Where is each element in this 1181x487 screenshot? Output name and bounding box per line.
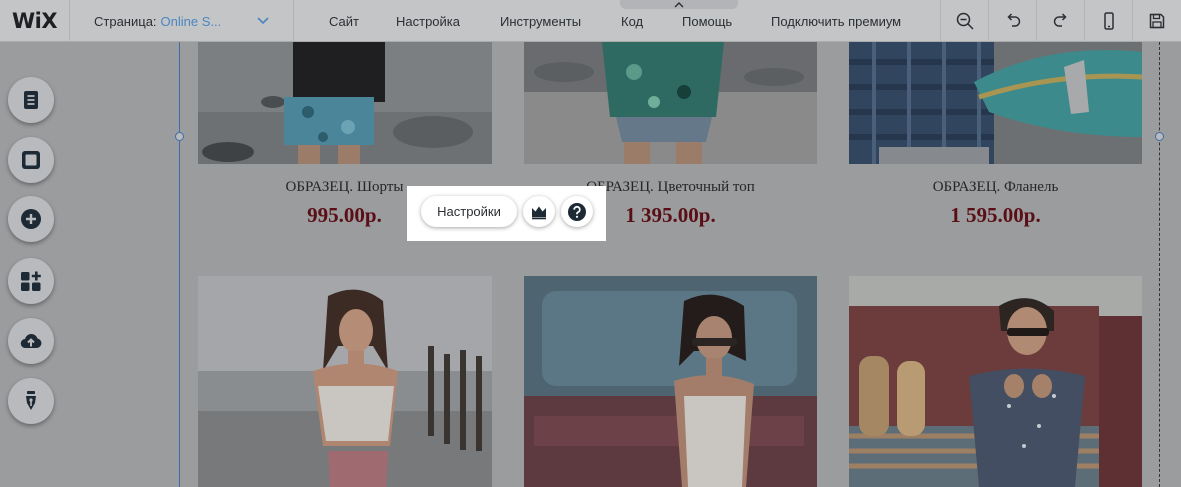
logo-text: WiX <box>11 9 58 33</box>
menu-code[interactable]: Код <box>621 0 643 42</box>
right-resize-handle[interactable] <box>1155 132 1164 141</box>
upload-media-button[interactable] <box>8 318 54 364</box>
page-selector[interactable]: Страница: Online S... <box>70 0 294 42</box>
zoom-out-button[interactable] <box>940 0 988 42</box>
save-button[interactable] <box>1132 0 1180 42</box>
undo-button[interactable] <box>988 0 1036 42</box>
background-button[interactable] <box>8 137 54 183</box>
mobile-view-button[interactable] <box>1084 0 1132 42</box>
background-icon <box>22 151 40 169</box>
upload-icon <box>20 334 42 349</box>
menu-upgrade-label: Подключить премиум <box>771 13 902 29</box>
wix-logo[interactable]: WiX <box>0 0 70 42</box>
zoom-out-icon <box>956 12 974 30</box>
product-image-4[interactable] <box>198 276 492 487</box>
product-image-6[interactable] <box>849 276 1142 487</box>
product-image-5-art <box>524 276 817 487</box>
add-apps-button[interactable] <box>8 258 54 304</box>
left-resize-handle[interactable] <box>175 132 184 141</box>
crown-icon <box>532 206 546 219</box>
product-image-5[interactable] <box>524 276 817 487</box>
product-name-flannel[interactable]: ОБРАЗЕЦ. Фланель <box>849 179 1142 196</box>
left-page-guide <box>179 42 180 487</box>
product-price-flannel: 1 595.00р. <box>950 203 1041 227</box>
menu-settings[interactable]: Настройка <box>396 0 460 42</box>
right-page-guide <box>1159 42 1160 487</box>
editor-top-bar: WiX Страница: Online S... Сайт Настройка… <box>0 0 1181 42</box>
menu-site[interactable]: Сайт <box>329 0 359 42</box>
chevron-down-icon <box>257 17 269 25</box>
product-image-4-art <box>198 276 492 487</box>
settings-button[interactable]: Настройки <box>421 196 517 227</box>
help-icon <box>568 202 586 221</box>
redo-icon <box>1053 13 1067 27</box>
apps-icon <box>21 271 41 291</box>
menu-tools-label: Инструменты <box>500 13 582 29</box>
menu-help-label: Помощь <box>682 13 733 29</box>
add-icon <box>21 209 41 229</box>
pages-menu-button[interactable] <box>8 77 54 123</box>
product-image-6-art <box>849 276 1142 487</box>
menu-tools[interactable]: Инструменты <box>500 0 581 42</box>
blog-pen-icon <box>26 391 36 410</box>
save-icon <box>1149 13 1164 29</box>
help-button[interactable] <box>561 196 593 227</box>
product-image-flannel-art <box>849 42 1142 164</box>
mobile-icon <box>1103 12 1114 30</box>
blog-button[interactable] <box>8 378 54 424</box>
menu-upgrade[interactable]: Подключить премиум <box>771 0 901 42</box>
page-selector-label: Страница: <box>94 13 157 29</box>
premium-button[interactable] <box>523 196 555 227</box>
product-image-floral-top[interactable] <box>524 42 817 164</box>
add-element-button[interactable] <box>8 196 54 242</box>
menu-settings-label: Настройка <box>396 13 460 29</box>
page-selector-value: Online S... <box>160 13 222 29</box>
product-image-floral-top-art <box>524 42 817 164</box>
settings-button-label: Настройки <box>437 204 501 219</box>
pages-icon <box>24 91 38 109</box>
menu-site-label: Сайт <box>329 13 359 29</box>
menu-code-label: Код <box>621 13 644 29</box>
product-image-shorts[interactable] <box>198 42 492 164</box>
undo-icon <box>1006 13 1020 27</box>
menu-help[interactable]: Помощь <box>682 0 732 42</box>
product-image-shorts-art <box>198 42 492 164</box>
element-floating-toolbar: Настройки <box>407 186 606 241</box>
redo-button[interactable] <box>1036 0 1084 42</box>
product-image-flannel[interactable] <box>849 42 1142 164</box>
